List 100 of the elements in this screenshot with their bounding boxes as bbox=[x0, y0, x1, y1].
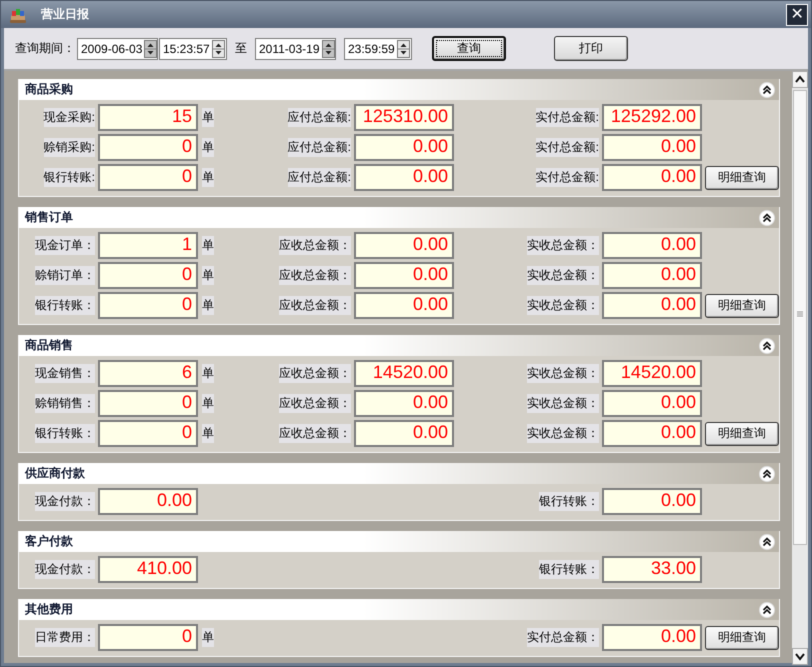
field-label: 实收总金额： bbox=[527, 236, 599, 255]
amount-field: 0 bbox=[98, 164, 198, 191]
field-label: 应收总金额： bbox=[279, 364, 351, 383]
amount-field: 0 bbox=[98, 292, 198, 319]
amount-field: 1 bbox=[98, 232, 198, 259]
field-label: 实付总金额: bbox=[536, 168, 599, 187]
amount-field: 0.00 bbox=[602, 488, 702, 515]
window-title: 营业日报 bbox=[41, 6, 90, 23]
field-label: 实付总金额： bbox=[527, 628, 599, 647]
field-label: 实收总金额： bbox=[527, 394, 599, 413]
collapse-icon[interactable] bbox=[759, 534, 775, 550]
collapse-icon[interactable] bbox=[759, 82, 775, 98]
field-label: 现金付款： bbox=[35, 560, 95, 579]
collapse-icon[interactable] bbox=[759, 466, 775, 482]
spinner-icon[interactable] bbox=[322, 40, 334, 58]
field-label: 应收总金额： bbox=[279, 236, 351, 255]
spinner-icon[interactable] bbox=[212, 40, 225, 58]
scrollbar[interactable] bbox=[792, 71, 808, 665]
field-label: 银行转账： bbox=[539, 560, 599, 579]
details-button[interactable]: 明细查询 bbox=[705, 166, 779, 190]
amount-field: 15 bbox=[98, 104, 198, 131]
amount-field: 6 bbox=[98, 360, 198, 387]
field-label: 实付总金额: bbox=[536, 138, 599, 157]
amount-field: 0.00 bbox=[354, 164, 454, 191]
amount-field: 0.00 bbox=[354, 134, 454, 161]
unit-label: 单 bbox=[202, 424, 214, 443]
amount-field: 0.00 bbox=[602, 164, 702, 191]
amount-field: 410.00 bbox=[98, 556, 198, 583]
amount-field: 0.00 bbox=[602, 292, 702, 319]
unit-label: 单 bbox=[202, 236, 214, 255]
close-button[interactable]: ✕ bbox=[786, 4, 808, 26]
collapse-icon[interactable] bbox=[759, 210, 775, 226]
print-button[interactable]: 打印 bbox=[554, 36, 628, 61]
amount-field: 0 bbox=[98, 624, 198, 651]
section-title: 客户付款 bbox=[25, 533, 73, 550]
unit-label: 单 bbox=[202, 296, 214, 315]
unit-label: 单 bbox=[202, 108, 214, 127]
amount-field: 0.00 bbox=[354, 390, 454, 417]
details-button[interactable]: 明细查询 bbox=[705, 422, 779, 446]
unit-label: 单 bbox=[202, 628, 214, 647]
section-title: 商品销售 bbox=[25, 337, 73, 354]
details-button[interactable]: 明细查询 bbox=[705, 294, 779, 318]
spinner-icon[interactable] bbox=[144, 40, 158, 58]
field-label: 现金销售： bbox=[35, 364, 95, 383]
unit-label: 单 bbox=[202, 394, 214, 413]
field-label: 应付总金额: bbox=[288, 168, 351, 187]
field-label: 日常费用： bbox=[35, 628, 95, 647]
amount-field: 0.00 bbox=[602, 624, 702, 651]
field-label: 实收总金额： bbox=[527, 424, 599, 443]
amount-field: 125310.00 bbox=[354, 104, 454, 131]
field-label: 现金订单： bbox=[35, 236, 95, 255]
amount-field: 0.00 bbox=[354, 292, 454, 319]
field-label: 应收总金额： bbox=[279, 266, 351, 285]
amount-field: 14520.00 bbox=[354, 360, 454, 387]
field-label: 银行转账： bbox=[539, 492, 599, 511]
amount-field: 0 bbox=[98, 262, 198, 289]
field-label: 实收总金额： bbox=[527, 296, 599, 315]
amount-field: 0.00 bbox=[602, 134, 702, 161]
field-label: 银行转账： bbox=[35, 424, 95, 443]
field-label: 实收总金额： bbox=[527, 266, 599, 285]
field-label: 现金付款： bbox=[35, 492, 95, 511]
details-button[interactable]: 明细查询 bbox=[705, 626, 779, 650]
amount-field: 14520.00 bbox=[602, 360, 702, 387]
amount-field: 0 bbox=[98, 134, 198, 161]
amount-field: 0.00 bbox=[602, 232, 702, 259]
unit-label: 单 bbox=[202, 266, 214, 285]
field-label: 银行转账: bbox=[44, 168, 95, 187]
collapse-icon[interactable] bbox=[759, 602, 775, 618]
amount-field: 0.00 bbox=[354, 420, 454, 447]
unit-label: 单 bbox=[202, 168, 214, 187]
field-label: 应付总金额: bbox=[288, 108, 351, 127]
field-label: 应收总金额： bbox=[279, 394, 351, 413]
amount-field: 0.00 bbox=[98, 488, 198, 515]
collapse-icon[interactable] bbox=[759, 338, 775, 354]
amount-field: 0.00 bbox=[602, 390, 702, 417]
field-label: 实付总金额: bbox=[536, 108, 599, 127]
amount-field: 0 bbox=[98, 420, 198, 447]
amount-field: 0.00 bbox=[602, 420, 702, 447]
amount-field: 0 bbox=[98, 390, 198, 417]
amount-field: 0.00 bbox=[602, 262, 702, 289]
spinner-icon[interactable] bbox=[397, 40, 410, 58]
section-title: 供应商付款 bbox=[25, 465, 85, 482]
section-title: 销售订单 bbox=[25, 209, 73, 226]
field-label: 应收总金额： bbox=[279, 296, 351, 315]
period-label: 查询期间： bbox=[15, 40, 75, 57]
unit-label: 单 bbox=[202, 364, 214, 383]
range-separator: 至 bbox=[235, 40, 247, 57]
field-label: 应付总金额: bbox=[288, 138, 351, 157]
section-title: 其他费用 bbox=[25, 601, 73, 618]
field-label: 应收总金额： bbox=[279, 424, 351, 443]
amount-field: 0.00 bbox=[354, 262, 454, 289]
field-label: 现金采购: bbox=[44, 108, 95, 127]
section-title: 商品采购 bbox=[25, 81, 73, 98]
amount-field: 33.00 bbox=[602, 556, 702, 583]
field-label: 赊销采购: bbox=[44, 138, 95, 157]
field-label: 赊销销售： bbox=[35, 394, 95, 413]
amount-field: 0.00 bbox=[354, 232, 454, 259]
field-label: 实收总金额： bbox=[527, 364, 599, 383]
query-button[interactable]: 查询 bbox=[432, 36, 506, 61]
amount-field: 125292.00 bbox=[602, 104, 702, 131]
